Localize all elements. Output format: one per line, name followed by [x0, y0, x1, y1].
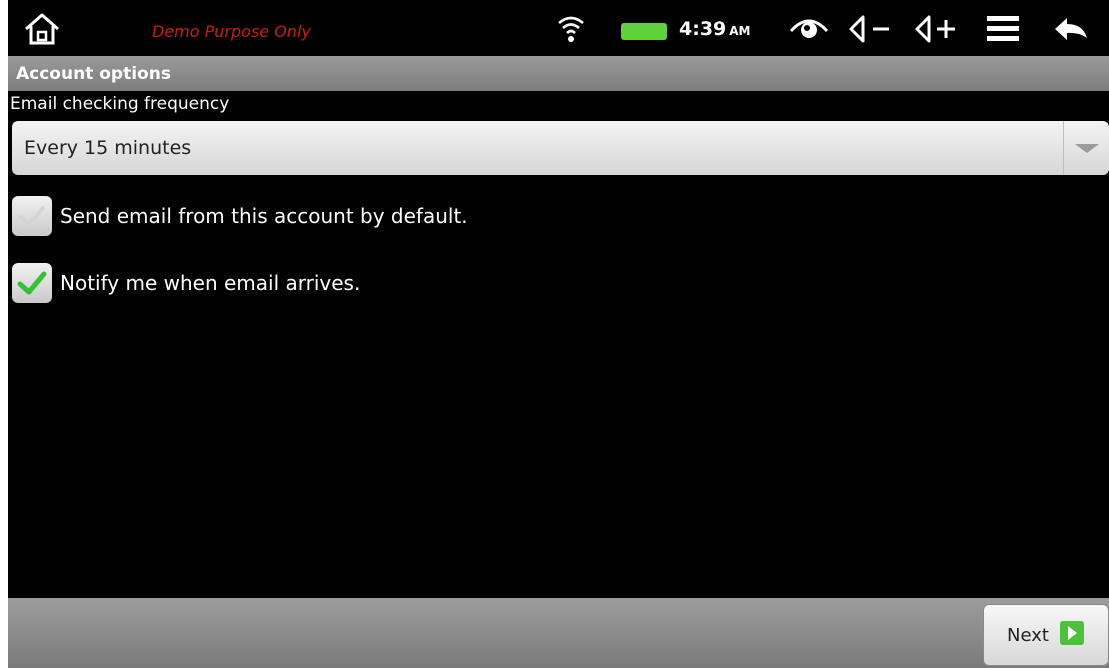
device-screen: Demo Purpose Only 4:39 AM Account option… — [8, 0, 1109, 668]
frequency-label: Email checking frequency — [10, 94, 230, 114]
next-button[interactable]: Next — [983, 604, 1109, 666]
wifi-icon — [556, 14, 586, 44]
send-default-option[interactable]: Send email from this account by default. — [12, 196, 468, 236]
home-icon[interactable] — [22, 10, 62, 48]
arrow-right-icon — [1059, 620, 1085, 650]
frequency-selected-value: Every 15 minutes — [24, 137, 192, 159]
send-default-checkbox[interactable] — [12, 196, 52, 236]
battery-icon — [621, 23, 667, 40]
volume-down-icon[interactable] — [846, 12, 896, 46]
demo-watermark: Demo Purpose Only — [152, 22, 311, 41]
clock-time: 4:39 — [679, 18, 727, 40]
notify-checkbox[interactable] — [12, 263, 52, 303]
eye-icon[interactable] — [788, 12, 830, 46]
frequency-dropdown[interactable]: Every 15 minutes — [12, 121, 1109, 175]
menu-icon[interactable] — [983, 12, 1023, 46]
chevron-down-icon — [1063, 121, 1109, 175]
page-title: Account options — [16, 63, 171, 84]
next-button-label: Next — [1007, 624, 1049, 646]
notify-label: Notify me when email arrives. — [60, 271, 361, 295]
back-icon[interactable] — [1048, 12, 1094, 46]
notify-option[interactable]: Notify me when email arrives. — [12, 263, 360, 303]
bottom-bar — [8, 598, 1109, 668]
volume-up-icon[interactable] — [912, 12, 962, 46]
send-default-label: Send email from this account by default. — [60, 204, 468, 228]
clock: 4:39 AM — [679, 18, 751, 40]
status-bar: Demo Purpose Only 4:39 AM — [8, 0, 1109, 56]
clock-ampm: AM — [729, 24, 751, 38]
title-bar: Account options — [8, 56, 1109, 91]
